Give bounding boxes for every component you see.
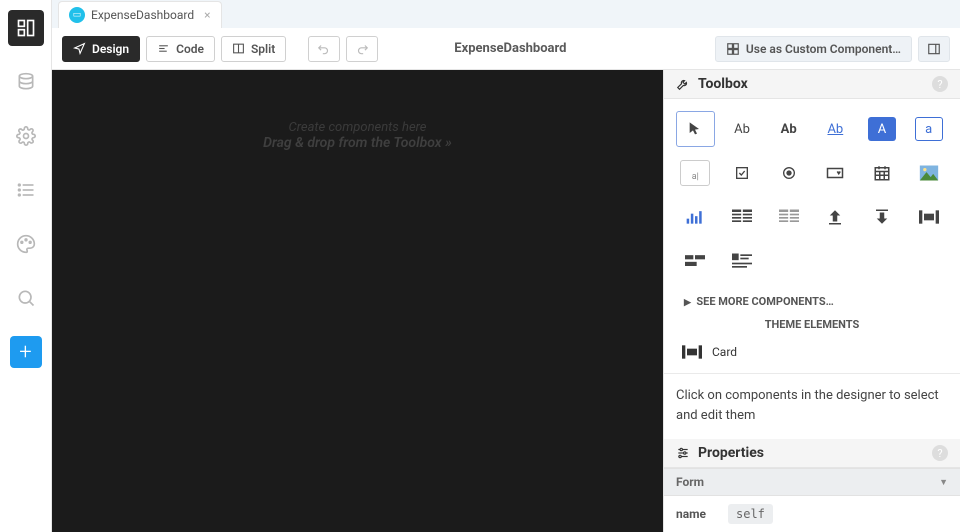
undo-button[interactable] bbox=[308, 36, 340, 62]
panel-icon bbox=[927, 42, 941, 56]
checkbox-icon bbox=[734, 165, 750, 181]
chart-icon bbox=[685, 208, 705, 226]
see-more-components[interactable]: ▶ SEE MORE COMPONENTS… bbox=[664, 291, 960, 316]
button-outline-glyph: a bbox=[915, 117, 943, 141]
tool-checkbox[interactable] bbox=[723, 155, 762, 191]
designer-canvas[interactable]: Create components here Drag & drop from … bbox=[52, 70, 663, 532]
tab-close-icon[interactable]: × bbox=[204, 8, 210, 22]
tool-image[interactable] bbox=[909, 155, 948, 191]
tool-chart[interactable] bbox=[676, 199, 715, 235]
use-as-custom-component-button[interactable]: Use as Custom Component… bbox=[715, 36, 912, 62]
toolbox-grid: Ab Ab Ab A a a| bbox=[664, 99, 960, 291]
repeat-icon bbox=[779, 209, 799, 225]
properties-title: Properties bbox=[698, 445, 924, 461]
split-button[interactable]: Split bbox=[221, 36, 286, 62]
selection-info: Click on components in the designer to s… bbox=[664, 373, 960, 439]
tool-repeating-panel[interactable] bbox=[769, 199, 808, 235]
cursor-icon bbox=[73, 42, 86, 55]
help-icon[interactable]: ? bbox=[932, 76, 948, 92]
form-icon: ▭ bbox=[69, 7, 85, 23]
image-icon bbox=[919, 164, 939, 182]
rail-search-icon[interactable] bbox=[8, 280, 44, 316]
rail-layout-icon[interactable] bbox=[8, 10, 44, 46]
download-icon bbox=[873, 208, 891, 226]
redo-button[interactable] bbox=[346, 36, 378, 62]
toolbox-title: Toolbox bbox=[698, 76, 924, 92]
tool-spacer[interactable] bbox=[909, 199, 948, 235]
property-name: name self bbox=[664, 496, 960, 532]
undo-icon bbox=[317, 42, 331, 56]
rail-list-icon[interactable] bbox=[8, 172, 44, 208]
rail-add-button[interactable]: + bbox=[10, 336, 42, 368]
wrench-icon bbox=[676, 77, 690, 91]
left-rail: + bbox=[0, 0, 52, 532]
tool-dropdown[interactable] bbox=[816, 155, 855, 191]
tool-label[interactable]: Ab bbox=[723, 111, 762, 147]
richtext-icon bbox=[732, 253, 752, 269]
redo-icon bbox=[355, 42, 369, 56]
properties-header: Properties ? bbox=[664, 439, 960, 468]
canvas-hint-1: Create components here bbox=[289, 120, 427, 135]
button-glyph: A bbox=[868, 117, 896, 141]
card-icon bbox=[682, 343, 702, 361]
tool-button[interactable]: A bbox=[863, 111, 902, 147]
design-button[interactable]: Design bbox=[62, 36, 140, 62]
code-button[interactable]: Code bbox=[146, 36, 215, 62]
code-label: Code bbox=[176, 42, 204, 56]
sliders-icon bbox=[676, 446, 690, 460]
tool-upload[interactable] bbox=[816, 199, 855, 235]
flowpanel-icon bbox=[685, 253, 705, 269]
right-panel: Toolbox ? Ab Ab Ab A a a| bbox=[663, 70, 960, 532]
tool-pointer[interactable] bbox=[676, 111, 715, 147]
property-section-form[interactable]: Form ▼ bbox=[664, 468, 960, 496]
code-icon bbox=[157, 42, 170, 55]
split-icon bbox=[232, 42, 245, 55]
tool-download[interactable] bbox=[863, 199, 902, 235]
radio-icon bbox=[781, 165, 797, 181]
theme-elements-header: THEME ELEMENTS bbox=[664, 316, 960, 337]
pointer-icon bbox=[687, 121, 703, 137]
split-label: Split bbox=[251, 42, 275, 56]
toolbox-header: Toolbox ? bbox=[664, 70, 960, 99]
tool-button-outline[interactable]: a bbox=[909, 111, 948, 147]
tool-grid[interactable] bbox=[723, 199, 762, 235]
calendar-icon bbox=[873, 164, 891, 182]
rail-settings-icon[interactable] bbox=[8, 118, 44, 154]
upload-icon bbox=[826, 208, 844, 226]
tool-flowpanel[interactable] bbox=[676, 243, 715, 279]
toolbar: Design Code Split ExpenseDashboard Use a… bbox=[52, 28, 960, 70]
tool-textbox[interactable]: a| bbox=[676, 155, 715, 191]
design-label: Design bbox=[92, 42, 129, 56]
spacer-icon bbox=[919, 208, 939, 226]
help-icon[interactable]: ? bbox=[932, 445, 948, 461]
component-icon bbox=[726, 42, 740, 56]
page-title: ExpenseDashboard bbox=[454, 41, 566, 56]
property-key: name bbox=[676, 507, 712, 521]
dropdown-icon bbox=[826, 165, 844, 181]
tabbar: ▭ ExpenseDashboard × bbox=[52, 0, 960, 28]
textbox-glyph: a| bbox=[680, 160, 710, 186]
see-more-label: SEE MORE COMPONENTS… bbox=[696, 295, 833, 308]
tool-radio[interactable] bbox=[769, 155, 808, 191]
rail-database-icon[interactable] bbox=[8, 64, 44, 100]
tool-link[interactable]: Ab bbox=[816, 111, 855, 147]
tab-expensedashboard[interactable]: ▭ ExpenseDashboard × bbox=[58, 1, 222, 28]
custom-component-label: Use as Custom Component… bbox=[746, 42, 901, 56]
tab-title: ExpenseDashboard bbox=[91, 8, 194, 22]
theme-card[interactable]: Card bbox=[664, 337, 960, 373]
property-section-label: Form bbox=[676, 475, 704, 489]
rail-theme-icon[interactable] bbox=[8, 226, 44, 262]
tool-datepicker[interactable] bbox=[863, 155, 902, 191]
property-value[interactable]: self bbox=[728, 504, 773, 524]
tool-richtext[interactable] bbox=[723, 243, 762, 279]
chevron-down-icon: ▼ bbox=[939, 477, 948, 488]
tool-label-bold[interactable]: Ab bbox=[769, 111, 808, 147]
layout-toggle-button[interactable] bbox=[918, 36, 950, 62]
canvas-hint-2: Drag & drop from the Toolbox » bbox=[263, 135, 452, 151]
theme-card-label: Card bbox=[712, 345, 737, 359]
grid-icon bbox=[732, 209, 752, 225]
